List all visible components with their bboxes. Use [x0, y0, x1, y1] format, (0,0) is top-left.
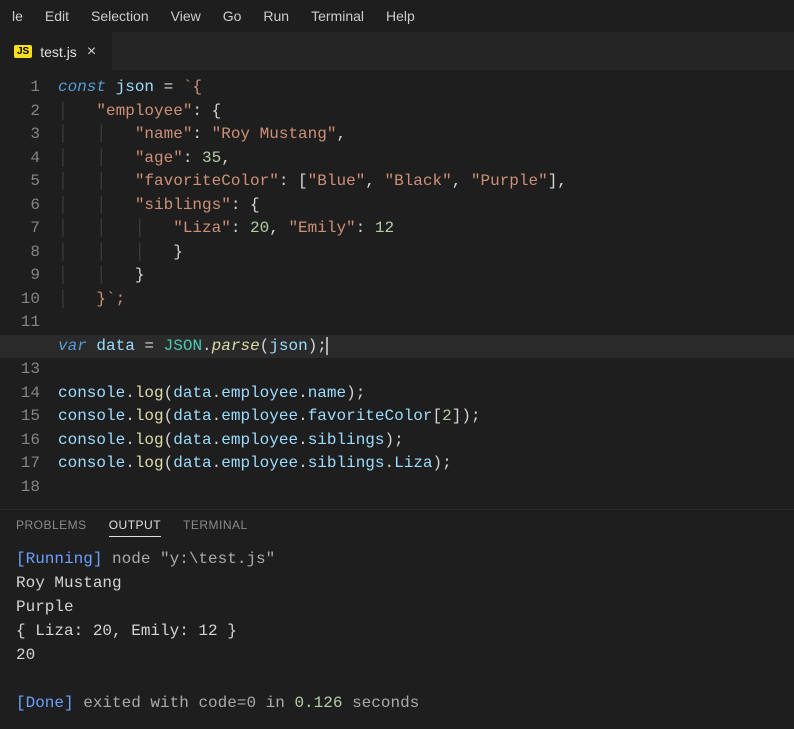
running-command: node "y:\test.js" [102, 550, 275, 568]
tabbar: JS test.js × [0, 32, 794, 70]
menubar: le Edit Selection View Go Run Terminal H… [0, 0, 794, 32]
tab-test-js[interactable]: JS test.js × [0, 32, 112, 70]
js-file-icon: JS [14, 45, 32, 58]
done-code: code=0 [198, 694, 256, 712]
code-editor[interactable]: 123456789101112131415161718 const json =… [0, 70, 794, 509]
done-text: seconds [342, 694, 419, 712]
tab-label: test.js [40, 44, 77, 60]
panel-tab-terminal[interactable]: TERMINAL [183, 518, 248, 537]
menu-go[interactable]: Go [213, 4, 252, 28]
done-text: exited with [74, 694, 199, 712]
output-line: { Liza: 20, Emily: 12 } [16, 622, 237, 640]
code-area[interactable]: const json = `{ │ "employee": { │ │ "nam… [58, 76, 794, 509]
menu-terminal[interactable]: Terminal [301, 4, 374, 28]
line-numbers: 123456789101112131415161718 [0, 76, 58, 509]
menu-file[interactable]: le [2, 4, 33, 28]
done-text: in [256, 694, 294, 712]
panel-tab-output[interactable]: OUTPUT [109, 518, 161, 537]
text-cursor [326, 337, 328, 355]
bottom-panel: PROBLEMS OUTPUT TERMINAL [Running] node … [0, 509, 794, 729]
done-time: 0.126 [294, 694, 342, 712]
menu-edit[interactable]: Edit [35, 4, 79, 28]
running-label: [Running] [16, 550, 102, 568]
menu-selection[interactable]: Selection [81, 4, 159, 28]
panel-tabs: PROBLEMS OUTPUT TERMINAL [0, 510, 794, 543]
output-line: Roy Mustang [16, 574, 122, 592]
output-line: Purple [16, 598, 74, 616]
output-line: 20 [16, 646, 35, 664]
menu-help[interactable]: Help [376, 4, 425, 28]
panel-tab-problems[interactable]: PROBLEMS [16, 518, 87, 537]
menu-view[interactable]: View [161, 4, 211, 28]
done-label: [Done] [16, 694, 74, 712]
close-icon[interactable]: × [85, 44, 98, 60]
menu-run[interactable]: Run [253, 4, 299, 28]
output-content[interactable]: [Running] node "y:\test.js" Roy Mustang … [0, 543, 794, 729]
